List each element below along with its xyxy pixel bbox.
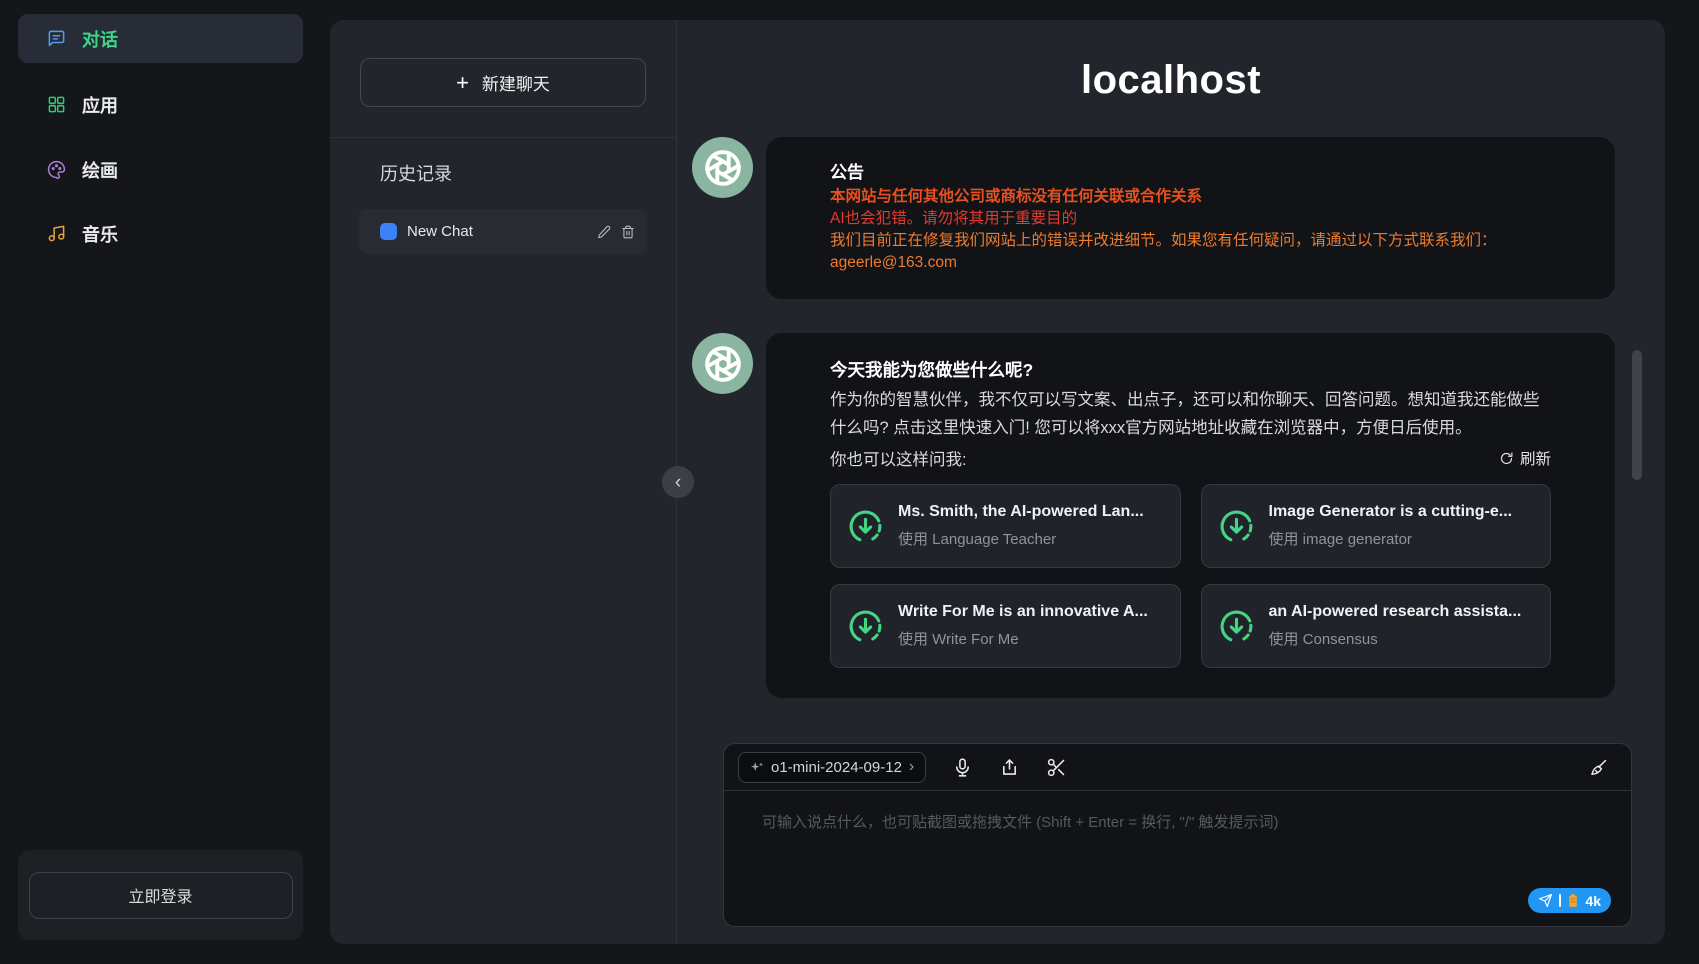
chat-avatar-square: [380, 223, 397, 240]
download-circle-icon: [847, 508, 884, 545]
message-welcome: 今天我能为您做些什么呢? 作为你的智慧伙伴，我不仅可以写文案、出点子，还可以和你…: [677, 333, 1665, 698]
login-card: 立即登录: [18, 850, 303, 940]
sidebar: 对话 应用 绘画 音乐 立即登录: [0, 0, 309, 964]
chat-bubble-icon: [47, 29, 66, 48]
refresh-button[interactable]: 刷新: [1499, 447, 1551, 469]
download-circle-icon: [847, 608, 884, 645]
announcement-email-link[interactable]: ageerle@163.com: [830, 252, 1551, 274]
login-button[interactable]: 立即登录: [29, 872, 293, 919]
palette-icon: [47, 160, 66, 179]
model-name: o1-mini-2024-09-12: [771, 759, 902, 776]
paper-plane-icon: [1538, 893, 1553, 908]
suggestion-grid: Ms. Smith, the AI-powered Lan... 使用 Lang…: [830, 484, 1551, 668]
new-chat-label: 新建聊天: [482, 70, 550, 95]
suggestion-subtitle: 使用 Language Teacher: [898, 528, 1144, 549]
message-announcement: 公告 本网站与任何其他公司或商标没有任何关联或合作关系 AI也会犯错。请勿将其用…: [677, 137, 1665, 299]
announcement-line: 我们目前正在修复我们网站上的错误并改进细节。如果您有任何疑问，请通过以下方式联系…: [830, 230, 1551, 252]
ask-hint: 你也可以这样问我:: [830, 446, 967, 470]
suggestion-subtitle: 使用 Write For Me: [898, 628, 1148, 649]
sidebar-item-label: 音乐: [82, 221, 118, 247]
battery-icon: [1567, 893, 1579, 908]
announcement-line: AI也会犯错。请勿将其用于重要目的: [830, 208, 1551, 230]
sidebar-item-label: 绘画: [82, 157, 118, 183]
history-title: 历史记录: [380, 160, 452, 186]
welcome-bubble: 今天我能为您做些什么呢? 作为你的智慧伙伴，我不仅可以写文案、出点子，还可以和你…: [766, 333, 1615, 698]
suggestion-card[interactable]: Write For Me is an innovative A... 使用 Wr…: [830, 584, 1181, 668]
openai-logo-icon: [704, 345, 742, 383]
composer-toolbar: o1-mini-2024-09-12 ›: [724, 744, 1631, 791]
announcement-line: 本网站与任何其他公司或商标没有任何关联或合作关系: [830, 186, 1551, 208]
plus-icon: +: [456, 72, 469, 94]
chat-history-item[interactable]: New Chat: [359, 209, 647, 254]
sidebar-item-chat[interactable]: 对话: [18, 14, 303, 63]
scissors-icon[interactable]: [1046, 757, 1067, 778]
suggestion-card[interactable]: an AI-powered research assista... 使用 Con…: [1201, 584, 1552, 668]
badge-divider: [1559, 894, 1561, 907]
announcement-bubble: 公告 本网站与任何其他公司或商标没有任何关联或合作关系 AI也会犯错。请勿将其用…: [766, 137, 1615, 299]
composer: o1-mini-2024-09-12 ›: [723, 743, 1632, 927]
suggestion-title: Ms. Smith, the AI-powered Lan...: [898, 503, 1144, 521]
suggestion-title: Write For Me is an innovative A...: [898, 603, 1148, 621]
download-circle-icon: [1218, 508, 1255, 545]
upload-icon[interactable]: [999, 757, 1020, 778]
chevron-left-icon: ‹: [675, 473, 681, 492]
assistant-avatar: [692, 333, 753, 394]
welcome-title: 今天我能为您做些什么呢?: [830, 358, 1551, 382]
chat-item-title: New Chat: [407, 223, 597, 240]
suggestion-subtitle: 使用 Consensus: [1269, 628, 1522, 649]
suggestion-title: an AI-powered research assista...: [1269, 603, 1522, 621]
sidebar-item-music[interactable]: 音乐: [18, 209, 303, 258]
refresh-label: 刷新: [1520, 447, 1551, 469]
refresh-icon: [1499, 451, 1514, 466]
suggestion-title: Image Generator is a cutting-e...: [1269, 503, 1513, 521]
sidebar-item-label: 应用: [82, 92, 118, 118]
clear-broom-icon[interactable]: [1588, 757, 1609, 778]
chevron-right-icon: ›: [909, 759, 914, 775]
chat-main: localhost 公告 本网站与任何其他公司或商标没有任何关联或合: [677, 20, 1665, 944]
suggestion-card[interactable]: Ms. Smith, the AI-powered Lan... 使用 Lang…: [830, 484, 1181, 568]
message-input[interactable]: [724, 791, 1631, 886]
suggestion-card[interactable]: Image Generator is a cutting-e... 使用 ima…: [1201, 484, 1552, 568]
chat-list-column: + 新建聊天 历史记录 New Chat: [330, 20, 677, 944]
suggestion-subtitle: 使用 image generator: [1269, 528, 1513, 549]
download-circle-icon: [1218, 608, 1255, 645]
new-chat-button[interactable]: + 新建聊天: [360, 58, 646, 107]
page-title: localhost: [677, 58, 1665, 103]
grid-icon: [47, 95, 66, 114]
send-button[interactable]: 4k: [1528, 888, 1611, 913]
collapse-sidebar-button[interactable]: ‹: [662, 466, 694, 498]
scrollbar-thumb[interactable]: [1632, 350, 1642, 480]
assistant-avatar: [692, 137, 753, 198]
microphone-icon[interactable]: [952, 757, 973, 778]
edit-icon[interactable]: [597, 225, 611, 239]
music-note-icon: [47, 224, 66, 243]
openai-logo-icon: [704, 149, 742, 187]
model-selector[interactable]: o1-mini-2024-09-12 ›: [738, 752, 926, 783]
delete-icon[interactable]: [621, 225, 635, 239]
announcement-title: 公告: [830, 162, 1551, 184]
sidebar-item-apps[interactable]: 应用: [18, 80, 303, 129]
divider: [330, 137, 676, 138]
sparkle-icon: [750, 761, 764, 774]
sidebar-item-label: 对话: [82, 26, 118, 52]
welcome-body: 作为你的智慧伙伴，我不仅可以写文案、出点子，还可以和你聊天、回答问题。想知道我还…: [830, 386, 1551, 442]
main-panel: + 新建聊天 历史记录 New Chat: [330, 20, 1665, 944]
token-count-badge: 4k: [1585, 893, 1601, 909]
sidebar-item-paint[interactable]: 绘画: [18, 145, 303, 194]
